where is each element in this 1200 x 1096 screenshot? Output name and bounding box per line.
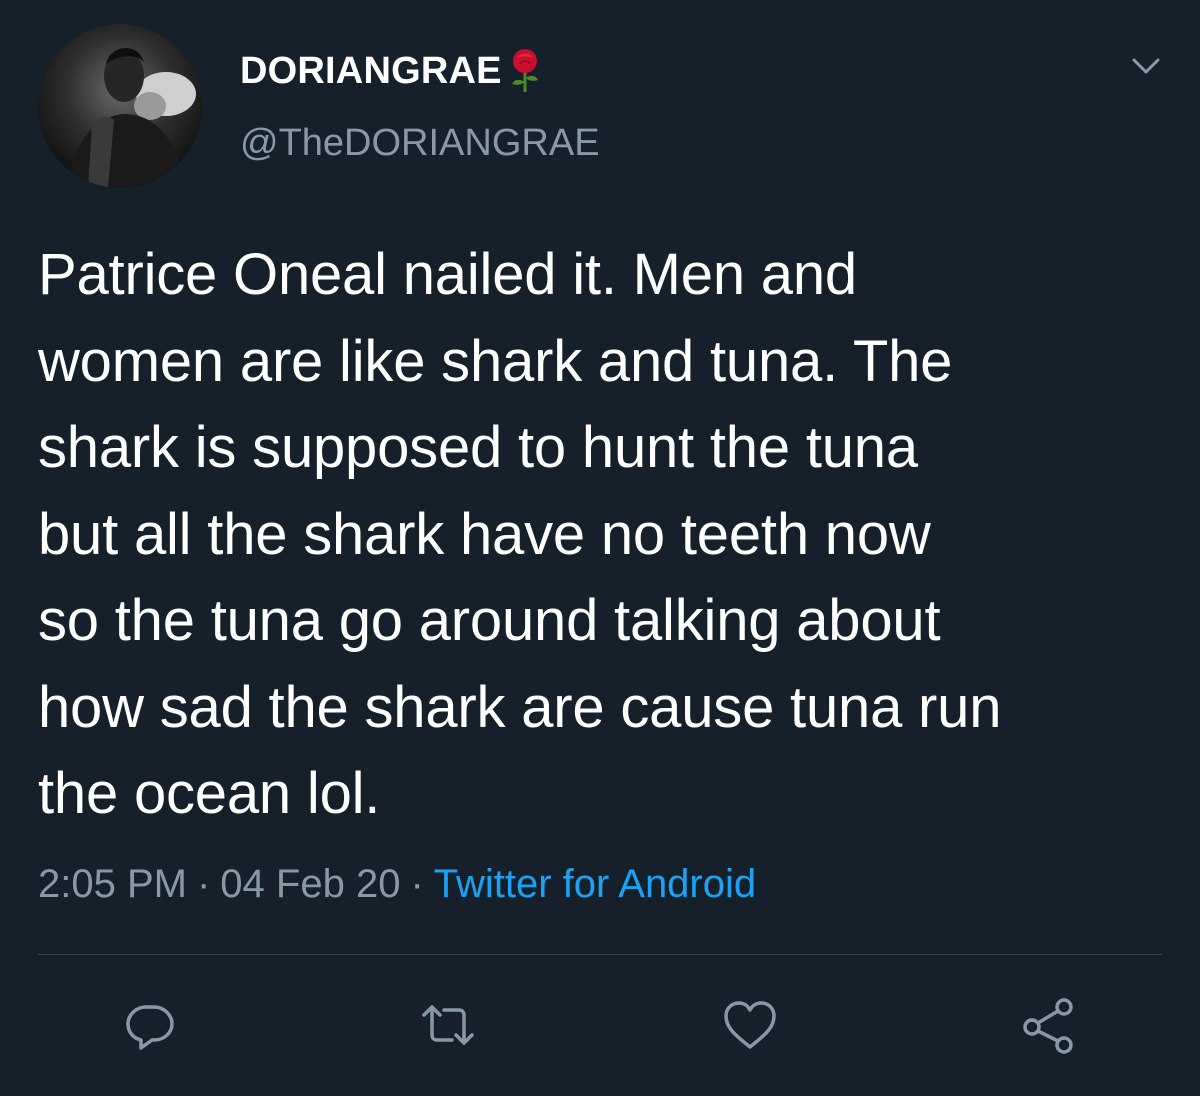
retweet-button[interactable]: [413, 990, 483, 1060]
rose-icon: [508, 48, 542, 94]
tweet-source-link[interactable]: Twitter for Android: [434, 862, 756, 906]
like-icon: [724, 1001, 776, 1049]
chevron-down-icon[interactable]: [1128, 52, 1164, 82]
display-name[interactable]: DORIANGRAE: [240, 50, 502, 93]
tweet-metadata: 2:05 PM · 04 Feb 20 · Twitter for Android: [38, 862, 756, 907]
share-icon: [1023, 998, 1073, 1054]
action-bar: [0, 990, 1200, 1070]
tweet-date: 04 Feb 20: [220, 862, 401, 906]
meta-separator: ·: [410, 862, 424, 906]
handle[interactable]: @TheDORIANGRAE: [240, 122, 600, 165]
reply-button[interactable]: [115, 990, 185, 1060]
tweet-time: 2:05 PM: [38, 862, 187, 906]
divider: [38, 954, 1162, 955]
share-button[interactable]: [1013, 990, 1083, 1060]
meta-separator: ·: [196, 862, 211, 906]
like-button[interactable]: [715, 990, 785, 1060]
author-name-row[interactable]: DORIANGRAE: [240, 46, 542, 96]
reply-icon: [126, 1005, 174, 1050]
tweet-text: Patrice Oneal nailed it. Men and women a…: [38, 242, 1002, 826]
retweet-icon: [422, 1005, 474, 1045]
avatar[interactable]: [38, 24, 202, 188]
avatar-photo: [38, 24, 202, 188]
tweet: DORIANGRAE @TheDORIANGRAE Patrice Oneal …: [0, 0, 1200, 1096]
